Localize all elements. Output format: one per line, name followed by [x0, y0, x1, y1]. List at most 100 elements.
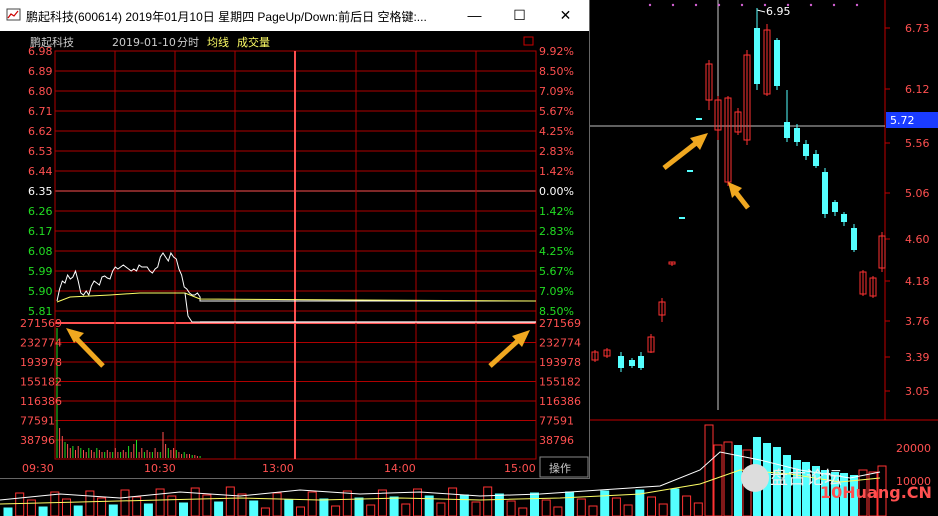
volume-bar [704, 424, 714, 516]
intraday-chart[interactable]: 鹏起科技 2019-01-10 分时 均线 成交量 6.98 9.92%6.89 8… [0, 31, 589, 478]
volume-bar [623, 504, 633, 516]
pct-tick-label: 9.92% [539, 45, 574, 58]
volume-bar [471, 501, 481, 516]
intraday-window: 鹏起科技(600614) 2019年01月10日 星期四 PageUp/Down… [0, 0, 590, 479]
volume-bar [658, 503, 668, 516]
arrow-left-icon [66, 328, 105, 368]
volume-bar [319, 498, 329, 516]
candle-body [754, 28, 760, 84]
time-tick-label: 14:00 [384, 462, 416, 475]
volume-bar [97, 497, 107, 516]
marker-dot [855, 3, 859, 7]
kline-price-label: 3.39 [905, 351, 930, 364]
candle-body [784, 122, 790, 138]
candle-body [687, 170, 693, 172]
volume-bar [518, 507, 528, 516]
price-tick-label: 6.44 [28, 165, 53, 178]
volume-tick-label: 271569 [20, 317, 62, 330]
volume-bar [179, 502, 188, 516]
marker-dot [694, 3, 698, 7]
volume-bar [50, 491, 60, 516]
marker-dot [809, 3, 813, 7]
candle-body [822, 172, 828, 214]
candle-body [629, 360, 635, 366]
maximize-chart-icon[interactable] [523, 36, 534, 46]
chart-mode: 分时 [177, 36, 199, 49]
volume-bar [38, 506, 48, 516]
kline-price-label: 5.56 [905, 137, 930, 150]
close-button[interactable]: ✕ [543, 0, 588, 31]
price-tick-label: 5.99 [28, 265, 53, 278]
volume-bar [260, 507, 270, 516]
pct-tick-label: 5.67% [539, 265, 574, 278]
volume-bar [530, 492, 539, 516]
candle-body [841, 214, 847, 222]
volume-bar [401, 503, 411, 516]
candle-body [813, 154, 819, 166]
price-tick-label: 6.26 [28, 205, 53, 218]
pct-tick-label: 7.09% [539, 285, 574, 298]
volume-bar [331, 505, 341, 516]
pct-tick-label: 5.67% [539, 105, 574, 118]
volume-bar [296, 506, 305, 516]
price-tick-label: 6.62 [28, 125, 53, 138]
volume-bar [132, 496, 142, 516]
volume-bar [506, 500, 516, 516]
candle-body [696, 118, 702, 120]
candle-body [638, 356, 644, 368]
pct-tick-label: 0.00% [539, 185, 574, 198]
current-price-label: 5.72 [890, 114, 915, 127]
volume-bar [190, 487, 200, 516]
volume-bar [237, 493, 247, 516]
marker-dot [717, 3, 721, 7]
ops-label: 操作 [549, 461, 571, 475]
volume-bar [647, 496, 656, 516]
kline-price-label: 3.76 [905, 315, 930, 328]
volume-bar [483, 486, 493, 516]
volume-bar [553, 506, 563, 516]
pct-tick-label: 2.83% [539, 225, 574, 238]
kline-price-label: 4.18 [905, 275, 930, 288]
price-tick-label: 5.90 [28, 285, 53, 298]
candle-body [618, 356, 624, 368]
volume-label: 成交量 [237, 35, 270, 49]
volume-bar [62, 498, 71, 516]
volume-tick-label: 20000 [896, 442, 931, 455]
pct-tick-label: 2.83% [539, 145, 574, 158]
candle-body [679, 217, 685, 219]
price-drop-line [184, 292, 200, 323]
top-dots [648, 3, 859, 7]
volume-tick-label: 193978 [20, 356, 62, 369]
volume-bar [413, 488, 422, 516]
pct-tick-label: 1.42% [539, 165, 574, 178]
volume-bar [670, 488, 680, 516]
pct-tick-label: 4.25% [539, 245, 574, 258]
pct-tick-label: 7.09% [539, 85, 574, 98]
maximize-button[interactable]: ☐ [497, 0, 542, 31]
volume-bar [682, 495, 692, 516]
time-tick-label: 10:30 [144, 462, 176, 475]
candle-body [794, 128, 800, 142]
volume-tick-label-right: 193978 [539, 356, 581, 369]
candle-body [851, 228, 857, 250]
volume-tick-label-right: 232774 [539, 337, 581, 350]
volume-bar [202, 494, 212, 516]
price-tick-label: 6.35 [28, 185, 53, 198]
marker-dot [832, 3, 836, 7]
price-tick-label: 6.08 [28, 245, 53, 258]
window-titlebar[interactable]: 鹏起科技(600614) 2019年01月10日 星期四 PageUp/Down… [0, 0, 589, 31]
volume-tick-label-right: 116386 [539, 395, 581, 408]
volume-tick-label: 232774 [20, 337, 62, 350]
price-tick-label: 6.17 [28, 225, 53, 238]
volume-tick-label: 38796 [20, 434, 55, 447]
minimize-button[interactable]: — [452, 0, 497, 31]
high-pointer [756, 9, 766, 13]
marker-dot [786, 3, 790, 7]
arrow-icon [662, 138, 702, 170]
high-price-label: 6.95 [766, 5, 791, 18]
wechat-icon [741, 464, 769, 492]
volume-bar [73, 505, 83, 516]
kline-price-label: 6.12 [905, 83, 930, 96]
volume-tick-label-right: 155182 [539, 376, 581, 389]
volume-tick-label-right: 271569 [539, 317, 581, 330]
